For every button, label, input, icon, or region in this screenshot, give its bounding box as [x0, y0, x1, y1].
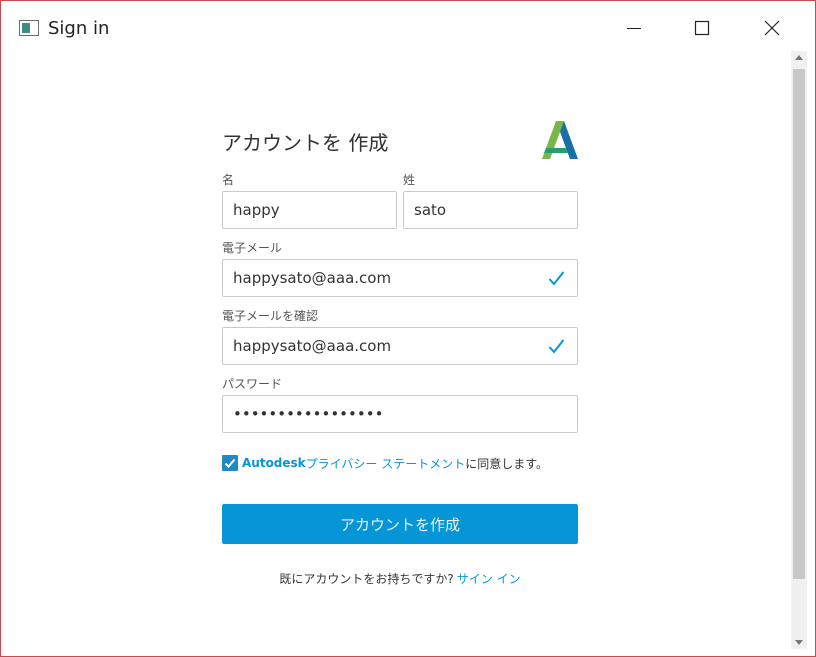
minimize-icon [627, 28, 641, 29]
agree-suffix-text: に同意します。 [465, 456, 549, 471]
title-bar: Sign in [1, 1, 815, 47]
checkmark-icon [548, 271, 565, 286]
agree-checkbox[interactable] [222, 455, 238, 471]
checkbox-check-icon [224, 458, 236, 468]
email-label: 電子メール [222, 241, 283, 255]
email-confirm-input[interactable] [223, 328, 577, 364]
vertical-scrollbar[interactable] [791, 51, 807, 649]
password-label: パスワード [222, 377, 283, 391]
first-name-input[interactable] [223, 192, 396, 228]
password-input[interactable] [223, 396, 577, 432]
close-button[interactable] [749, 9, 795, 47]
first-name-field[interactable] [222, 191, 397, 229]
email-confirm-label: 電子メールを確認 [222, 309, 319, 323]
signin-prompt-text: 既にアカウントをお持ちですか? [279, 572, 454, 586]
email-input[interactable] [223, 260, 577, 296]
first-name-label: 名 [222, 173, 235, 187]
last-name-label: 姓 [403, 173, 416, 187]
password-field[interactable] [222, 395, 578, 433]
privacy-statement-link[interactable]: プライバシー ステートメント [306, 455, 466, 472]
app-window-icon [19, 20, 39, 36]
signin-link[interactable]: サイン イン [457, 572, 521, 586]
window-title: Sign in [48, 18, 110, 39]
scroll-down-icon[interactable] [795, 640, 803, 645]
scroll-thumb[interactable] [793, 69, 805, 579]
scroll-up-icon[interactable] [795, 55, 803, 60]
create-account-button[interactable]: アカウントを作成 [222, 504, 578, 544]
close-icon [764, 20, 780, 36]
autodesk-brand-link[interactable]: Autodesk [242, 456, 306, 470]
sign-in-window: Sign in アカウントを 作成 名 姓 電子メール [0, 0, 816, 657]
email-field[interactable] [222, 259, 578, 297]
last-name-field[interactable] [403, 191, 578, 229]
signin-prompt-row: 既にアカウントをお持ちですか? サイン イン [222, 570, 578, 587]
form-heading: アカウントを 作成 [222, 131, 389, 155]
last-name-input[interactable] [404, 192, 577, 228]
privacy-agreement: Autodesk プライバシー ステートメント に同意します。 [222, 454, 548, 472]
email-confirm-field[interactable] [222, 327, 578, 365]
checkmark-icon [548, 339, 565, 354]
minimize-button[interactable] [611, 9, 657, 47]
autodesk-logo-icon [542, 121, 578, 159]
maximize-icon [694, 20, 710, 36]
maximize-button[interactable] [679, 9, 725, 47]
